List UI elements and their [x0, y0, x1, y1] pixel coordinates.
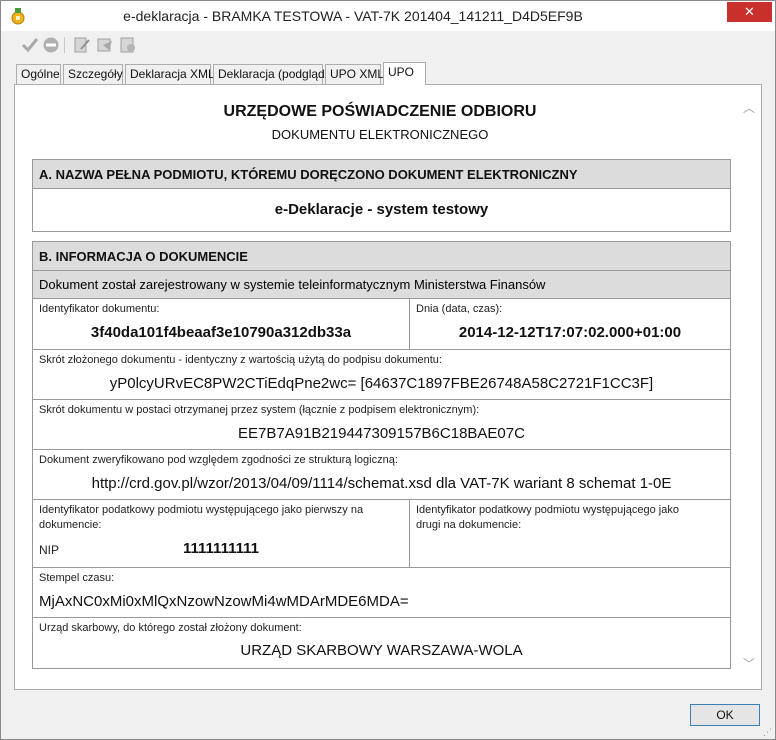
ok-button[interactable]: OK — [690, 704, 760, 726]
toolbar-separator — [64, 37, 65, 53]
registered-note: Dokument został zarejestrowany w systemi… — [33, 271, 730, 299]
scroll-down-arrow-icon[interactable]: ﹀ — [742, 657, 756, 671]
timestamp-label: Stempel czasu: — [39, 572, 115, 584]
taxpayer1-cell: Identyfikator podatkowy podmiotu występu… — [33, 500, 410, 567]
toolbar — [1, 31, 775, 59]
digest-value: yP0lcyURvEC8PW2CTiEdqPne2wc= [64637C1897… — [109, 375, 654, 392]
tab-ogolne[interactable]: Ogólne — [16, 64, 61, 84]
taxpayer1-value: 1111111111 — [183, 540, 259, 557]
tab-deklaracja-podglad[interactable]: Deklaracja (podgląd) — [213, 64, 329, 84]
received-digest-label: Skrót dokumentu w postaci otrzymanej prz… — [39, 404, 480, 416]
app-icon — [9, 7, 27, 25]
verify-document-icon[interactable] — [118, 35, 138, 55]
section-b: B. INFORMACJA O DOKUMENCIE Dokument zost… — [32, 241, 731, 669]
schema-row: Dokument zweryfikowano pod względem zgod… — [33, 450, 730, 500]
received-digest-value: EE7B7A91B219447309157B6C18BAE07C — [238, 425, 525, 442]
window-title: e-deklaracja - BRAMKA TESTOWA - VAT-7K 2… — [123, 8, 583, 24]
recipient-name: e-Deklaracje - system testowy — [274, 201, 489, 218]
tab-upo-xml[interactable]: UPO XML — [325, 64, 384, 84]
section-a-heading: A. NAZWA PEŁNA PODMIOTU, KTÓREMU DORĘCZO… — [33, 160, 730, 189]
document-title: URZĘDOWE POŚWIADCZENIE ODBIORU — [223, 103, 537, 120]
taxpayer2-label-line2: drugi na dokumencie: — [416, 519, 522, 531]
received-digest-row: Skrót dokumentu w postaci otrzymanej prz… — [33, 400, 730, 450]
tab-upo[interactable]: UPO — [383, 62, 426, 85]
close-button[interactable]: ✕ — [727, 2, 772, 22]
doc-id-row: Identyfikator dokumentu: 3f40da101f4beaa… — [33, 299, 730, 350]
date-label: Dnia (data, czas): — [416, 303, 503, 315]
digest-row: Skrót złożonego dokumentu - identyczny z… — [33, 350, 730, 400]
cancel-circle-icon[interactable] — [41, 35, 61, 55]
section-a: A. NAZWA PEŁNA PODMIOTU, KTÓREMU DORĘCZO… — [32, 159, 731, 232]
date-cell: Dnia (data, czas): 2014-12-12T17:07:02.0… — [410, 299, 730, 349]
tab-szczegoly[interactable]: Szczegóły — [63, 64, 123, 84]
resize-grip-icon[interactable]: ⋰ — [763, 727, 773, 737]
office-value: URZĄD SKARBOWY WARSZAWA-WOLA — [240, 642, 523, 659]
section-a-body: e-Deklaracje - system testowy — [33, 189, 730, 231]
dialog-window: e-deklaracja - BRAMKA TESTOWA - VAT-7K 2… — [0, 0, 776, 740]
timestamp-value: MjAxNC0xMi0xMlQxNzowNzowMi4wMDArMDE6MDA= — [39, 593, 409, 610]
timestamp-row: Stempel czasu: MjAxNC0xMi0xMlQxNzowNzowM… — [33, 568, 730, 618]
taxpayer2-label-line1: Identyfikator podatkowy podmiotu występu… — [416, 504, 679, 516]
office-label: Urząd skarbowy, do którego został złożon… — [39, 622, 302, 634]
office-row: Urząd skarbowy, do którego został złożon… — [33, 618, 730, 667]
section-b-heading: B. INFORMACJA O DOKUMENCIE — [33, 242, 730, 271]
taxpayer1-label-line2: dokumencie: — [39, 519, 102, 531]
schema-value: http://crd.gov.pl/wzor/2013/04/09/1114/s… — [91, 475, 672, 492]
taxpayer2-cell: Identyfikator podatkowy podmiotu występu… — [410, 500, 730, 567]
title-bar: e-deklaracja - BRAMKA TESTOWA - VAT-7K 2… — [1, 1, 775, 31]
doc-id-cell: Identyfikator dokumentu: 3f40da101f4beaa… — [33, 299, 410, 349]
edit-document-icon[interactable] — [72, 35, 92, 55]
doc-id-value: 3f40da101f4beaaf3e10790a312db33a — [90, 324, 352, 341]
document-subtitle: DOKUMENTU ELEKTRONICZNEGO — [271, 127, 489, 142]
doc-id-label: Identyfikator dokumentu: — [39, 303, 160, 315]
checkmark-icon[interactable] — [20, 35, 40, 55]
schema-label: Dokument zweryfikowano pod względem zgod… — [39, 454, 398, 466]
date-value: 2014-12-12T17:07:02.000+01:00 — [458, 324, 682, 341]
tab-deklaracja-xml[interactable]: Deklaracja XML — [125, 64, 215, 84]
upo-panel: ︿ ﹀ URZĘDOWE POŚWIADCZENIE ODBIORU DOKUM… — [14, 84, 762, 690]
taxpayer-row: Identyfikator podatkowy podmiotu występu… — [33, 500, 730, 568]
taxpayer1-label-line1: Identyfikator podatkowy podmiotu występu… — [39, 504, 364, 516]
send-document-icon[interactable] — [95, 35, 115, 55]
digest-label: Skrót złożonego dokumentu - identyczny z… — [39, 354, 442, 366]
